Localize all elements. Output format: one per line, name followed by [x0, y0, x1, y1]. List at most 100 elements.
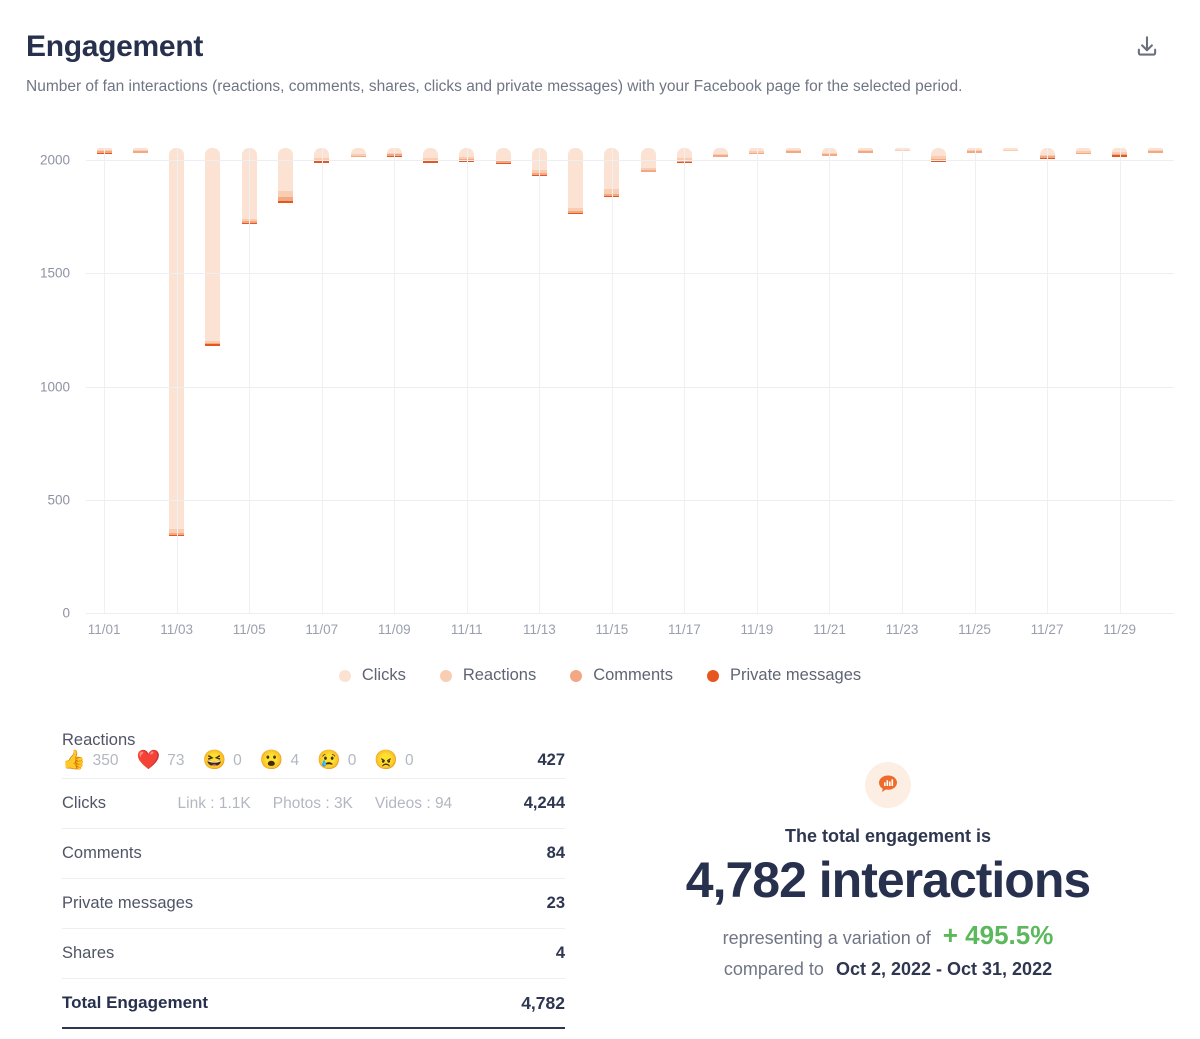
chart-bar[interactable] — [713, 148, 729, 613]
chart-bar[interactable] — [1003, 148, 1019, 613]
download-button[interactable] — [1130, 30, 1164, 64]
reactions-total: 427 — [537, 751, 565, 769]
gridline-vertical — [611, 148, 613, 613]
legend-label: Comments — [593, 666, 673, 684]
chart-bar[interactable] — [568, 148, 584, 613]
legend-label: Private messages — [730, 666, 862, 684]
x-axis-tick-label: 11/27 — [1030, 622, 1064, 637]
angry-reaction-icon: 😠 — [374, 750, 399, 771]
love-reaction-icon: ❤️ — [136, 750, 161, 771]
variation-prefix: representing a variation of — [722, 927, 931, 948]
chart-bar[interactable] — [858, 148, 874, 613]
table-row-clicks: Clicks Link : 1.1K Photos : 3K Videos : 94… — [62, 779, 565, 829]
private-messages-value: 23 — [546, 894, 565, 912]
sad-reaction-icon: 😢 — [317, 750, 341, 771]
x-axis-tick-label: 11/29 — [1103, 622, 1136, 637]
bar-segment — [132, 151, 148, 153]
clicks-label: Clicks — [62, 794, 106, 812]
y-axis-tick-label: 1000 — [39, 379, 70, 394]
summary-variation-line: representing a variation of + 495.5% — [608, 920, 1168, 951]
x-axis-tick-label: 11/25 — [958, 622, 991, 637]
bar-segment — [205, 344, 221, 346]
chart-bar[interactable] — [495, 148, 511, 613]
chart-bar[interactable] — [930, 148, 946, 613]
comments-value: 84 — [546, 844, 565, 862]
compared-prefix: compared to — [723, 958, 824, 979]
x-axis-tick-label: 11/13 — [522, 622, 556, 637]
haha-reaction-count: 0 — [233, 751, 242, 769]
x-axis-tick-label: 11/19 — [740, 622, 774, 637]
legend-item[interactable]: Clicks — [338, 666, 406, 685]
x-axis-tick-label: 11/17 — [668, 622, 701, 637]
chart-legend: Clicks Reactions Comments Private messages — [0, 666, 1200, 685]
summary-total: 4,782 interactions — [685, 852, 1091, 908]
chart-bar[interactable] — [1075, 148, 1091, 613]
gridline-vertical — [176, 148, 178, 613]
legend-item[interactable]: Reactions — [439, 666, 536, 685]
x-axis-tick-label: 11/01 — [87, 622, 121, 637]
bar-segment — [1148, 151, 1164, 153]
gridline-vertical — [756, 148, 758, 613]
shares-label: Shares — [62, 944, 115, 962]
chart-bar[interactable] — [205, 148, 221, 613]
angry-reaction-count: 0 — [405, 751, 414, 769]
love-reaction-count: 73 — [167, 751, 185, 769]
chart-bar[interactable] — [785, 148, 801, 613]
legend-item[interactable]: Comments — [570, 666, 673, 685]
engagement-breakdown-table: Reactions 👍 350 ❤️ 73 😆 0 😮 4 😢 0 😠 0 427 Clicks Li… — [62, 722, 565, 1029]
chart-bar[interactable] — [350, 148, 366, 613]
bar-segment — [495, 148, 511, 160]
chart-bar[interactable] — [277, 148, 293, 613]
gridline-vertical — [1119, 148, 1121, 613]
clicks-breakdown-item: Videos : 94 — [374, 794, 453, 812]
gridline-vertical — [466, 148, 468, 613]
like-reaction-icon: 👍 — [62, 750, 86, 771]
x-axis-tick-label: 11/23 — [885, 622, 919, 637]
engagement-bubble-icon — [879, 775, 897, 793]
y-axis-tick-label: 2000 — [39, 152, 70, 168]
gridline-vertical — [539, 148, 541, 613]
bar-segment — [423, 148, 439, 159]
compared-period: Oct 2, 2022 - Oct 31, 2022 — [835, 958, 1053, 979]
x-axis-tick-label: 11/11 — [450, 622, 483, 637]
table-row-reactions: Reactions 👍 350 ❤️ 73 😆 0 😮 4 😢 0 😠 0 427 — [62, 722, 565, 779]
engagement-chart: 0 500 1000 1500 2000 11/01 11/03 11/05 11/07 11/… — [0, 148, 1200, 708]
bar-segment — [858, 151, 874, 153]
shares-value: 4 — [555, 944, 565, 962]
y-axis-labels: 0 500 1000 1500 2000 — [0, 148, 70, 621]
private-messages-label: Private messages — [62, 894, 194, 912]
wow-reaction-count: 4 — [290, 751, 300, 769]
legend-color-dot — [707, 669, 719, 682]
download-icon — [1137, 36, 1157, 56]
gridline-horizontal — [86, 613, 1174, 614]
gridline-vertical — [321, 148, 323, 613]
bar-segment — [423, 161, 439, 163]
engagement-summary: The total engagement is 4,782 interactio… — [608, 762, 1168, 980]
bar-segment — [713, 155, 729, 157]
x-axis-tick-label: 11/03 — [160, 622, 194, 637]
chart-bar[interactable] — [1148, 148, 1164, 613]
table-row-total-engagement: Total Engagement 4,782 — [62, 979, 565, 1029]
gridline-vertical — [249, 148, 251, 613]
table-row-shares: Shares 4 — [62, 929, 565, 979]
chart-bar[interactable] — [640, 148, 656, 613]
bar-segment — [785, 151, 801, 153]
total-engagement-label: Total Engagement — [62, 993, 209, 1012]
chart-bar[interactable] — [132, 148, 148, 613]
summary-compared-line: compared to Oct 2, 2022 - Oct 31, 2022 — [608, 959, 1168, 980]
bar-segment — [277, 148, 293, 192]
chart-bar[interactable] — [423, 148, 439, 613]
legend-label: Clicks — [361, 666, 406, 684]
clicks-breakdown-item: Link : 1.1K — [177, 794, 251, 812]
legend-item[interactable]: Private messages — [707, 666, 861, 685]
chart-plot-area — [86, 148, 1174, 614]
bar-segment — [568, 212, 584, 215]
variation-value: + 495.5% — [942, 919, 1054, 950]
summary-icon-circle — [865, 762, 911, 808]
comments-label: Comments — [62, 844, 142, 862]
reaction-list: 👍 350 ❤️ 73 😆 0 😮 4 😢 0 😠 0 — [62, 750, 432, 770]
clicks-breakdown: Link : 1.1K Photos : 3K Videos : 94 — [106, 795, 524, 813]
bar-segment — [495, 162, 511, 165]
bar-segment — [1003, 149, 1019, 151]
legend-color-dot — [439, 669, 452, 682]
